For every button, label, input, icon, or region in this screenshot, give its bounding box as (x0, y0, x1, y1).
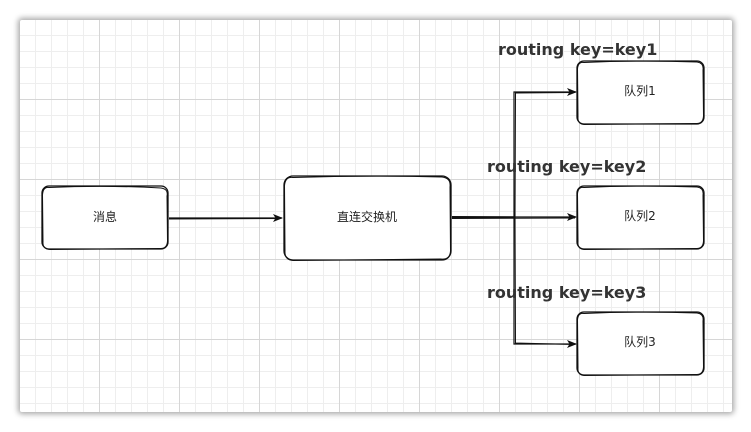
routing-key3-label: routing key=key3 (487, 283, 646, 302)
queue3-label: 队列3 (624, 334, 656, 349)
window-frame: 消息 直连交换机 队列1 队列2 队列3 routing key=key1 ro… (0, 0, 751, 432)
edge-message-to-exchange[interactable] (168, 214, 283, 222)
edge-exchange-to-queue1[interactable] (451, 88, 577, 219)
exchange-label: 直连交换机 (337, 209, 397, 224)
diagram: 消息 直连交换机 队列1 队列2 队列3 routing key=key1 ro… (41, 40, 705, 377)
edge-exchange-to-queue3[interactable] (451, 216, 577, 348)
queue2-node[interactable]: 队列2 (576, 185, 705, 251)
queue3-node[interactable]: 队列3 (576, 311, 705, 377)
routing-key2-label: routing key=key2 (487, 157, 646, 176)
message-node[interactable]: 消息 (41, 185, 169, 251)
queue1-node[interactable]: 队列1 (576, 60, 705, 126)
queue1-label: 队列1 (624, 83, 656, 98)
queue2-label: 队列2 (624, 208, 656, 223)
routing-key1-label: routing key=key1 (498, 40, 657, 59)
exchange-node[interactable]: 直连交换机 (283, 175, 452, 262)
message-label: 消息 (93, 209, 117, 224)
